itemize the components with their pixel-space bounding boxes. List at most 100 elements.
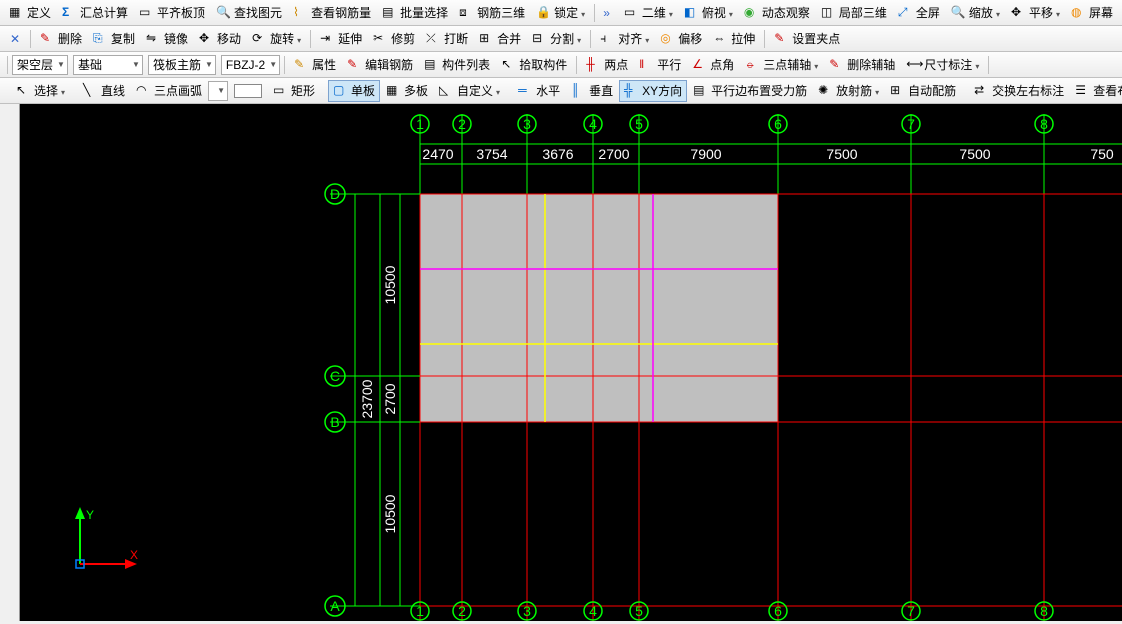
copy-label: 复制 xyxy=(111,30,135,47)
stretch-btn[interactable]: ⇔拉伸 xyxy=(708,28,760,50)
editbar-btn[interactable]: ✎编辑钢筋 xyxy=(342,54,418,76)
mirror-btn[interactable]: ⇋镜像 xyxy=(141,28,193,50)
zoom-icon: 🔍 xyxy=(951,5,967,21)
xydir-btn[interactable]: ╬XY方向 xyxy=(619,80,687,102)
offset-btn[interactable]: ◎偏移 xyxy=(655,28,707,50)
find-btn[interactable]: 🔍查找图元 xyxy=(211,2,287,24)
local3d-btn[interactable]: ◫局部三维 xyxy=(816,2,892,24)
swap-btn[interactable]: ⇄交换左右标注 xyxy=(969,80,1069,102)
close-panel[interactable]: ✕ xyxy=(4,32,26,46)
svg-text:750: 750 xyxy=(1090,146,1114,162)
delaux-icon: ✎ xyxy=(829,57,845,73)
align-btn[interactable]: ⫞对齐 xyxy=(595,28,654,50)
grip-btn[interactable]: ✎设置夹点 xyxy=(769,28,845,50)
join-btn[interactable]: ⊞合并 xyxy=(474,28,526,50)
threept-btn[interactable]: ⦵三点辅轴 xyxy=(740,54,823,76)
screen-btn[interactable]: ◍屏幕 xyxy=(1066,2,1118,24)
code-value: FBZJ-2 xyxy=(226,58,265,72)
radial-btn[interactable]: ✺放射筋 xyxy=(813,80,884,102)
multi-btn[interactable]: ▦多板 xyxy=(381,80,433,102)
ptang-btn[interactable]: ∠点角 xyxy=(687,54,739,76)
ucs-icon: Y X xyxy=(75,507,138,569)
prop-label: 属性 xyxy=(312,56,336,73)
svg-text:2700: 2700 xyxy=(382,383,398,414)
svg-text:2470: 2470 xyxy=(422,146,453,162)
single-btn[interactable]: ▢单板 xyxy=(328,80,380,102)
threept-label: 三点辅轴 xyxy=(763,56,811,73)
multi-icon: ▦ xyxy=(386,83,402,99)
split-btn[interactable]: ⊟分割 xyxy=(527,28,586,50)
break-icon: ⤫ xyxy=(426,31,442,47)
select-btn[interactable]: ↖选择 xyxy=(11,80,70,102)
sum-btn[interactable]: Σ汇总计算 xyxy=(57,2,133,24)
rotate-btn[interactable]: ⟳旋转 xyxy=(247,28,306,50)
separator xyxy=(310,30,311,48)
svg-text:7500: 7500 xyxy=(959,146,990,162)
dimlabel-btn[interactable]: ⟷尺寸标注 xyxy=(901,54,984,76)
full-btn[interactable]: ⤢全屏 xyxy=(893,2,945,24)
define-btn[interactable]: ▦定义 xyxy=(4,2,56,24)
line-btn[interactable]: ╲直线 xyxy=(78,80,130,102)
rect-btn[interactable]: ▭矩形 xyxy=(268,80,320,102)
raft-dropdown[interactable]: 筏板主筋▼ xyxy=(148,55,216,75)
edgebar-btn[interactable]: ▤平行边布置受力筋 xyxy=(688,80,812,102)
flat-btn[interactable]: ▭平齐板顶 xyxy=(134,2,210,24)
horiz-btn[interactable]: ═水平 xyxy=(513,80,565,102)
editbar-label: 编辑钢筋 xyxy=(365,56,413,73)
arc3-btn[interactable]: ◠三点画弧 xyxy=(131,80,207,102)
svg-text:2: 2 xyxy=(458,116,466,132)
list-btn[interactable]: ▤构件列表 xyxy=(419,54,495,76)
persp-label: 俯视 xyxy=(702,4,726,21)
swatch-btn[interactable] xyxy=(229,80,267,102)
persp-btn[interactable]: ◧俯视 xyxy=(679,2,738,24)
copy-btn[interactable]: ⎘复制 xyxy=(88,28,140,50)
overflow-1[interactable]: » xyxy=(598,2,615,24)
pick-btn[interactable]: ↖拾取构件 xyxy=(496,54,572,76)
swap-label: 交换左右标注 xyxy=(992,82,1064,99)
split-label: 分割 xyxy=(550,30,574,47)
rebar-btn[interactable]: ⌇查看钢筋量 xyxy=(288,2,376,24)
batch-icon: ▤ xyxy=(382,5,398,21)
offset-label: 偏移 xyxy=(678,30,702,47)
move-btn[interactable]: ✥移动 xyxy=(194,28,246,50)
extend-btn[interactable]: ⇥延伸 xyxy=(315,28,367,50)
trim-label: 修剪 xyxy=(391,30,415,47)
code-dropdown[interactable]: FBZJ-2▼ xyxy=(221,55,280,75)
zoom-btn[interactable]: 🔍缩放 xyxy=(946,2,1005,24)
vert-btn[interactable]: ║垂直 xyxy=(566,80,618,102)
para-btn[interactable]: ‖平行 xyxy=(634,54,686,76)
break-btn[interactable]: ⤫打断 xyxy=(421,28,473,50)
lock-btn[interactable]: 🔒锁定 xyxy=(531,2,590,24)
layer-dropdown[interactable]: 架空层▼ xyxy=(12,55,68,75)
pan-btn[interactable]: ✥平移 xyxy=(1006,2,1065,24)
twopt-btn[interactable]: ╫两点 xyxy=(581,54,633,76)
delaux-label: 删除辅轴 xyxy=(847,56,895,73)
steel3d-btn[interactable]: ⧈钢筋三维 xyxy=(454,2,530,24)
batch-btn[interactable]: ▤批量选择 xyxy=(377,2,453,24)
trim-btn[interactable]: ✂修剪 xyxy=(368,28,420,50)
rebar-label: 查看钢筋量 xyxy=(311,4,371,21)
xydir-label: XY方向 xyxy=(642,82,682,99)
offset-icon: ◎ xyxy=(660,31,676,47)
base-value: 基础 xyxy=(78,56,102,73)
extend-icon: ⇥ xyxy=(320,31,336,47)
lock-icon: 🔒 xyxy=(536,5,552,21)
viewlay-btn[interactable]: ☰查看布 xyxy=(1070,80,1122,102)
left-ruler[interactable] xyxy=(0,104,20,621)
linetype-dropdown[interactable]: ▼ xyxy=(208,81,228,101)
prop-btn[interactable]: ✎属性 xyxy=(289,54,341,76)
custom-btn[interactable]: ◺自定义 xyxy=(434,80,505,102)
cursor-icon: ↖ xyxy=(16,83,32,99)
drawing-canvas[interactable]: 1 2 3 4 5 6 7 8 1 2 3 4 5 6 7 8 xyxy=(20,104,1122,621)
col-bubbles-bottom: 1 2 3 4 5 6 7 8 xyxy=(411,602,1053,620)
view2d-btn[interactable]: ▭二维 xyxy=(619,2,678,24)
base-dropdown[interactable]: 基础▼ xyxy=(73,55,143,75)
swap-icon: ⇄ xyxy=(974,83,990,99)
delaux-btn[interactable]: ✎删除辅轴 xyxy=(824,54,900,76)
svg-text:C: C xyxy=(330,368,340,384)
custom-icon: ◺ xyxy=(439,83,455,99)
delete-btn[interactable]: ✎删除 xyxy=(35,28,87,50)
auto-btn[interactable]: ⊞自动配筋 xyxy=(885,80,961,102)
sum-label: 汇总计算 xyxy=(80,4,128,21)
dyn-btn[interactable]: ◉动态观察 xyxy=(739,2,815,24)
